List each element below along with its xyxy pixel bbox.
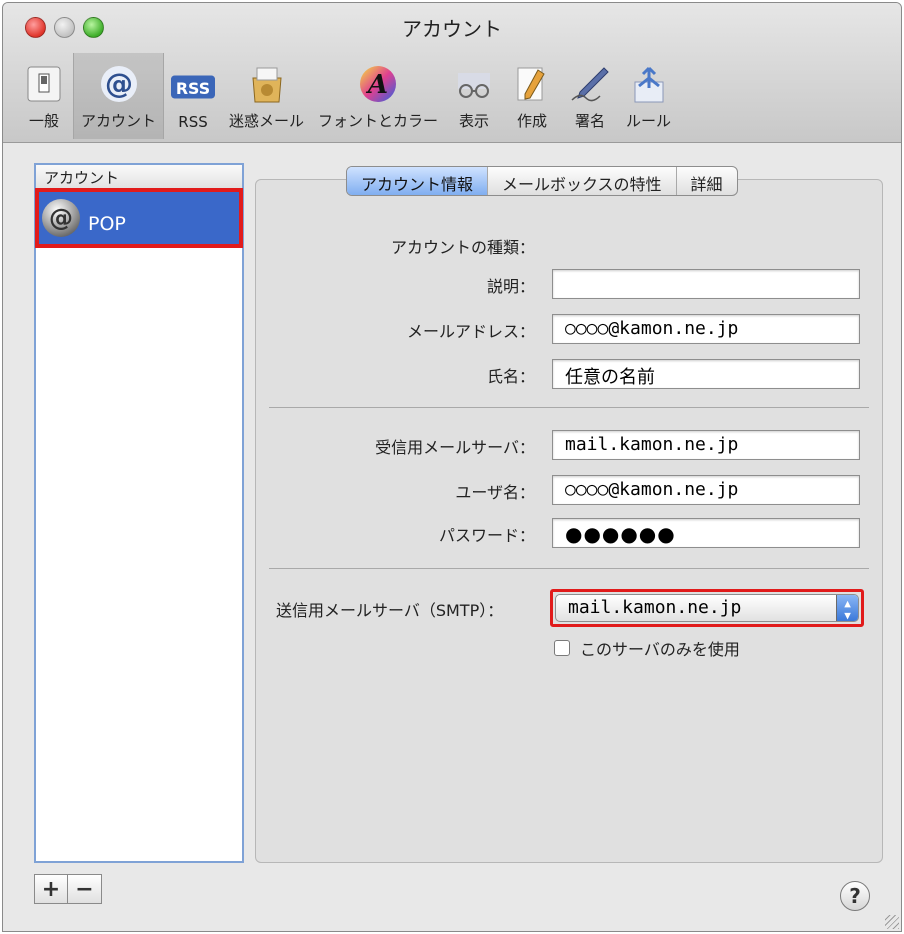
fullname-row: 氏名： 任意の名前 bbox=[255, 359, 883, 389]
toolbar-label: 迷惑メール bbox=[229, 112, 305, 130]
switch-icon bbox=[22, 64, 66, 104]
tab-account-info[interactable]: アカウント情報 bbox=[347, 167, 489, 195]
description-row: 説明： bbox=[255, 269, 883, 299]
toolbar-label: フォントとカラー bbox=[318, 112, 439, 130]
add-remove-controls: + − bbox=[34, 874, 102, 904]
only-this-server-option[interactable]: このサーバのみを使用 bbox=[554, 636, 740, 660]
account-type-row: アカウントの種類： bbox=[255, 230, 883, 260]
username-label: ユーザ名： bbox=[455, 483, 535, 502]
preferences-window: アカウント 一般 @ アカウント RSS RSS 迷惑メール A フォントとカラ… bbox=[2, 2, 902, 932]
toolbar-view[interactable]: 表示 bbox=[445, 53, 503, 139]
smtp-server-select[interactable]: mail.kamon.ne.jp ▲ ▼ bbox=[555, 594, 859, 622]
add-account-button[interactable]: + bbox=[34, 874, 68, 904]
account-type-label: アカウントの種類： bbox=[390, 238, 535, 257]
toolbar-label: 一般 bbox=[28, 112, 59, 130]
tab-mailbox-behaviors[interactable]: メールボックスの特性 bbox=[488, 167, 677, 195]
toolbar-junk[interactable]: 迷惑メール bbox=[222, 53, 311, 139]
section-divider bbox=[269, 568, 869, 569]
tab-advanced[interactable]: 詳細 bbox=[677, 167, 737, 195]
account-name: POP bbox=[88, 213, 126, 235]
email-label: メールアドレス： bbox=[406, 322, 535, 341]
fullname-field[interactable]: 任意の名前 bbox=[552, 359, 860, 389]
resize-grip-icon[interactable] bbox=[885, 915, 899, 929]
incoming-server-field[interactable]: mail.kamon.ne.jp bbox=[552, 430, 860, 460]
toolbar-label: 表示 bbox=[459, 112, 490, 130]
username-row: ユーザ名： ○○○○@kamon.ne.jp bbox=[255, 475, 883, 505]
titlebar: アカウント 一般 @ アカウント RSS RSS 迷惑メール A フォントとカラ… bbox=[3, 3, 901, 143]
toolbar: 一般 @ アカウント RSS RSS 迷惑メール A フォントとカラー 表示 作… bbox=[15, 53, 678, 139]
smtp-server-value: mail.kamon.ne.jp bbox=[568, 597, 742, 618]
rules-arrows-icon bbox=[627, 64, 671, 104]
description-label: 説明： bbox=[486, 277, 535, 296]
toolbar-label: ルール bbox=[626, 112, 672, 130]
fullname-label: 氏名： bbox=[486, 367, 535, 386]
description-field[interactable] bbox=[552, 269, 860, 299]
only-this-server-label: このサーバのみを使用 bbox=[580, 640, 740, 659]
glasses-icon bbox=[452, 64, 496, 104]
at-sign-icon: @ bbox=[42, 199, 80, 237]
password-label: パスワード： bbox=[438, 526, 535, 545]
toolbar-rules[interactable]: ルール bbox=[619, 53, 678, 139]
toolbar-general[interactable]: 一般 bbox=[15, 53, 73, 139]
accounts-list[interactable]: アカウント @ POP bbox=[34, 163, 244, 863]
username-field[interactable]: ○○○○@kamon.ne.jp bbox=[552, 475, 860, 505]
accounts-list-header: アカウント bbox=[36, 165, 242, 189]
window-title: アカウント bbox=[402, 17, 502, 41]
popup-arrows-icon: ▲ ▼ bbox=[836, 595, 858, 622]
font-color-icon: A bbox=[356, 64, 400, 104]
rss-icon: RSS bbox=[171, 67, 216, 107]
smtp-server-popup[interactable]: mail.kamon.ne.jp ▲ ▼ bbox=[550, 589, 864, 627]
smtp-label: 送信用メールサーバ（SMTP）： bbox=[276, 601, 504, 620]
toolbar-compose[interactable]: 作成 bbox=[503, 53, 561, 139]
pencil-icon bbox=[510, 64, 554, 104]
junk-mail-icon bbox=[245, 64, 289, 104]
toolbar-accounts[interactable]: @ アカウント bbox=[73, 53, 165, 139]
settings-tabs: アカウント情報 メールボックスの特性 詳細 bbox=[346, 166, 738, 196]
incoming-server-label: 受信用メールサーバ： bbox=[375, 438, 535, 457]
email-row: メールアドレス： ○○○○@kamon.ne.jp bbox=[255, 314, 883, 344]
svg-text:A: A bbox=[365, 70, 388, 100]
password-row: パスワード： ●●●●●● bbox=[255, 518, 883, 548]
at-sign-icon: @ bbox=[97, 64, 141, 104]
toolbar-rss[interactable]: RSS RSS bbox=[164, 53, 222, 139]
password-field[interactable]: ●●●●●● bbox=[552, 518, 860, 548]
email-field[interactable]: ○○○○@kamon.ne.jp bbox=[552, 314, 860, 344]
svg-text:RSS: RSS bbox=[176, 79, 210, 98]
toolbar-label: 署名 bbox=[575, 112, 606, 130]
remove-account-button[interactable]: − bbox=[68, 874, 102, 904]
help-button[interactable]: ? bbox=[840, 881, 870, 911]
toolbar-label: RSS bbox=[178, 113, 208, 131]
signature-pen-icon bbox=[568, 64, 612, 104]
toolbar-fonts[interactable]: A フォントとカラー bbox=[311, 53, 445, 139]
svg-text:@: @ bbox=[105, 67, 133, 100]
section-divider bbox=[269, 407, 869, 408]
incoming-server-row: 受信用メールサーバ： mail.kamon.ne.jp bbox=[255, 430, 883, 460]
toolbar-signatures[interactable]: 署名 bbox=[561, 53, 619, 139]
toolbar-label: 作成 bbox=[517, 112, 548, 130]
toolbar-label: アカウント bbox=[81, 112, 157, 130]
account-item-pop[interactable]: @ POP bbox=[35, 188, 243, 248]
only-this-server-checkbox[interactable] bbox=[554, 640, 570, 656]
